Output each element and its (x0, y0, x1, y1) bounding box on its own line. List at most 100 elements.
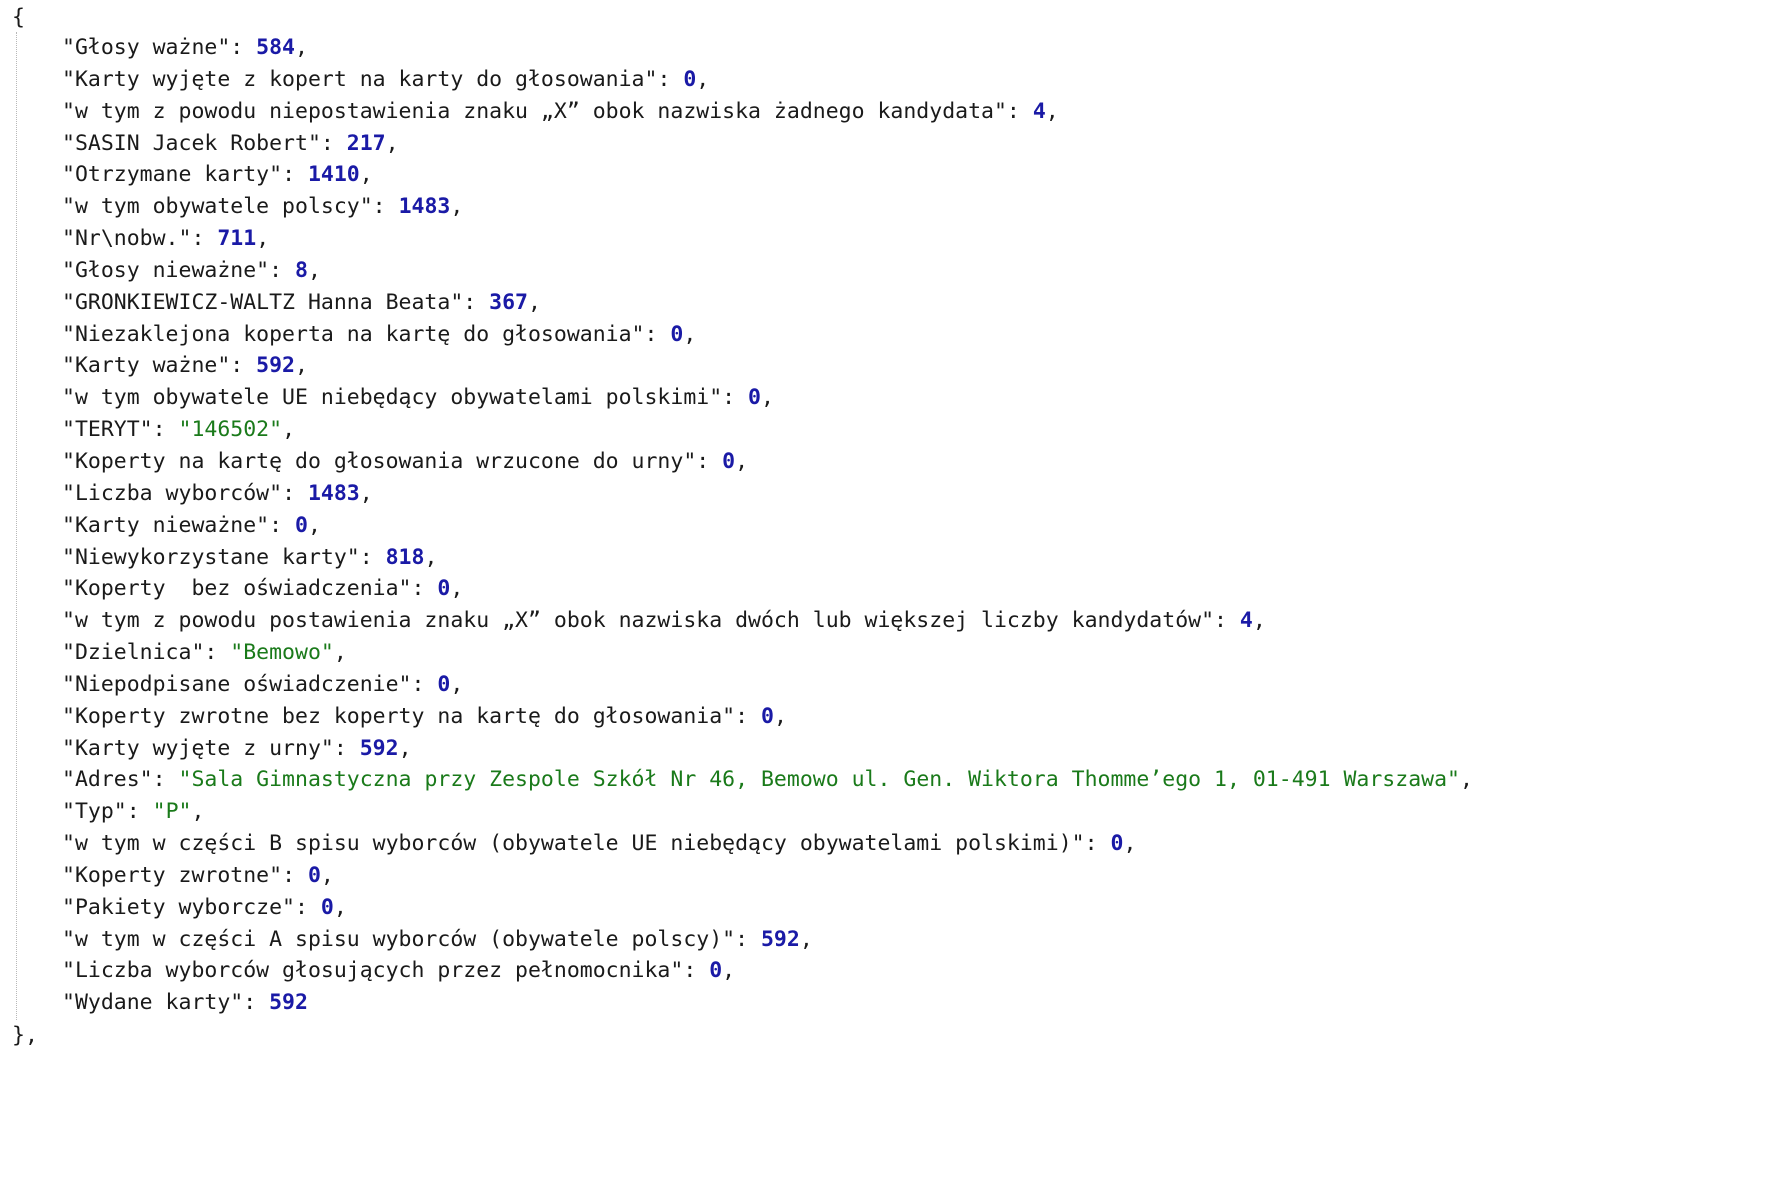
json-number-value: 0 (307, 862, 321, 888)
json-entry: "Dzielnica": "Bemowo", (62, 637, 1473, 669)
json-comma: , (359, 162, 373, 188)
json-entry: "Karty wyjęte z kopert na karty do głoso… (62, 64, 1473, 96)
json-number-value: 711 (217, 226, 257, 252)
json-key: "Karty nieważne" (62, 512, 270, 538)
json-comma: , (256, 226, 270, 252)
json-key: "Koperty zwrotne bez koperty na kartę do… (62, 703, 736, 729)
json-comma: , (696, 66, 710, 92)
json-number-value: 0 (683, 66, 697, 92)
json-comma: , (722, 958, 736, 984)
json-separator: : (230, 353, 257, 379)
json-key: "Dzielnica" (62, 640, 205, 666)
json-entry: "Wydane karty": 592 (62, 987, 1473, 1019)
json-key: "w tym w części B spisu wyborców (obywat… (62, 831, 1085, 857)
json-separator: : (359, 544, 386, 570)
json-comma: , (359, 480, 373, 506)
json-separator: : (372, 194, 399, 220)
json-entry: "GRONKIEWICZ-WALTZ Hanna Beata": 367, (62, 287, 1473, 319)
json-key: "SASIN Jacek Robert" (62, 130, 321, 156)
json-entry: "w tym z powodu niepostawienia znaku „X”… (62, 96, 1473, 128)
json-comma: , (295, 35, 308, 60)
json-entry: "w tym z powodu postawienia znaku „X” ob… (62, 605, 1473, 637)
json-separator: : (411, 576, 438, 602)
json-number-value: 592 (256, 353, 296, 379)
json-comma: , (683, 321, 697, 347)
json-separator: : (683, 958, 710, 984)
json-number-value: 592 (269, 990, 308, 1016)
json-number-value: 0 (295, 512, 308, 538)
json-separator: : (152, 417, 179, 443)
json-comma: , (761, 385, 774, 411)
json-comma: , (307, 257, 321, 283)
json-comma: , (191, 799, 205, 825)
json-key: "Pakiety wyborcze" (62, 894, 295, 920)
json-number-value: 367 (489, 289, 529, 315)
json-entry: "Typ": "P", (62, 796, 1473, 828)
json-separator: : (696, 448, 723, 474)
json-separator: : (463, 289, 490, 315)
open-brace[interactable]: { (12, 2, 25, 34)
json-number-value: 0 (670, 321, 684, 347)
json-separator: : (230, 35, 257, 60)
json-separator: : (282, 162, 308, 188)
json-comma: , (398, 735, 412, 761)
json-separator: : (333, 735, 360, 761)
json-string-value: "Sala Gimnastyczna przy Zespole Szkół Nr… (178, 767, 1460, 793)
json-separator: : (411, 671, 438, 697)
json-entry: "w tym w części B spisu wyborców (obywat… (62, 828, 1473, 860)
json-separator: : (320, 130, 347, 156)
json-separator: : (1006, 98, 1033, 124)
json-number-value: 818 (385, 544, 425, 570)
json-comma: , (282, 417, 296, 443)
json-entry: "Koperty bez oświadczenia": 0, (62, 573, 1473, 605)
json-key: "w tym z powodu niepostawienia znaku „X”… (62, 98, 1007, 124)
json-comma: , (1459, 767, 1473, 793)
json-string-value: "146502" (178, 417, 283, 443)
json-comma: , (1252, 608, 1266, 634)
json-key: "Głosy ważne" (62, 35, 231, 60)
json-key: "Niezaklejona koperta na kartę do głosow… (62, 321, 645, 347)
json-entry: "Niezaklejona koperta na kartę do głosow… (62, 319, 1473, 351)
json-comma: , (333, 640, 347, 666)
json-key: "w tym w części A spisu wyborców (obywat… (62, 926, 736, 952)
json-separator: : (191, 226, 218, 252)
json-entry: "Liczba wyborców głosujących przez pełno… (62, 955, 1473, 987)
json-comma: , (307, 512, 321, 538)
json-entry: "Karty ważne": 592, (62, 350, 1473, 382)
json-number-value: 0 (722, 448, 736, 474)
json-key: "Koperty zwrotne" (62, 862, 283, 888)
json-entry: "Adres": "Sala Gimnastyczna przy Zespole… (62, 764, 1473, 796)
json-viewer: { "Głosy ważne": 584, "Karty wyjęte z kop… (0, 0, 1771, 1187)
json-comma: , (450, 194, 464, 220)
json-entry: "Głosy ważne": 584, (62, 32, 1473, 64)
json-number-value: 0 (760, 703, 774, 729)
json-key: "Adres" (62, 767, 153, 793)
json-key: "w tym obywatele polscy" (62, 194, 373, 220)
json-separator: : (126, 799, 153, 825)
json-key: "Karty ważne" (62, 353, 231, 379)
json-entry: "Koperty na kartę do głosowania wrzucone… (62, 446, 1473, 478)
json-entry: "Liczba wyborców": 1483, (62, 478, 1473, 510)
json-number-value: 8 (295, 257, 308, 283)
json-separator: : (282, 862, 308, 888)
json-entry: "Głosy nieważne": 8, (62, 255, 1473, 287)
json-separator: : (657, 66, 684, 92)
json-key: "Koperty bez oświadczenia" (62, 576, 412, 602)
json-key: "Liczba wyborców" (62, 480, 283, 506)
json-comma: , (1045, 98, 1059, 124)
json-entry: "Karty wyjęte z urny": 592, (62, 733, 1473, 765)
json-key: "Nr\nobw." (62, 226, 192, 252)
json-key: "Karty wyjęte z urny" (62, 735, 334, 761)
json-comma: , (528, 289, 541, 315)
json-number-value: 0 (437, 671, 451, 697)
json-separator: : (295, 894, 321, 920)
json-key: "Liczba wyborców głosujących przez pełno… (62, 958, 684, 984)
json-comma: , (773, 703, 787, 729)
json-separator: : (152, 767, 179, 793)
json-key: "Niewykorzystane karty" (62, 544, 360, 570)
json-separator: : (1084, 831, 1111, 857)
json-key: "Karty wyjęte z kopert na karty do głoso… (62, 66, 658, 92)
json-comma: , (385, 130, 399, 156)
json-number-value: 217 (346, 130, 386, 156)
json-key: "Otrzymane karty" (62, 162, 283, 188)
